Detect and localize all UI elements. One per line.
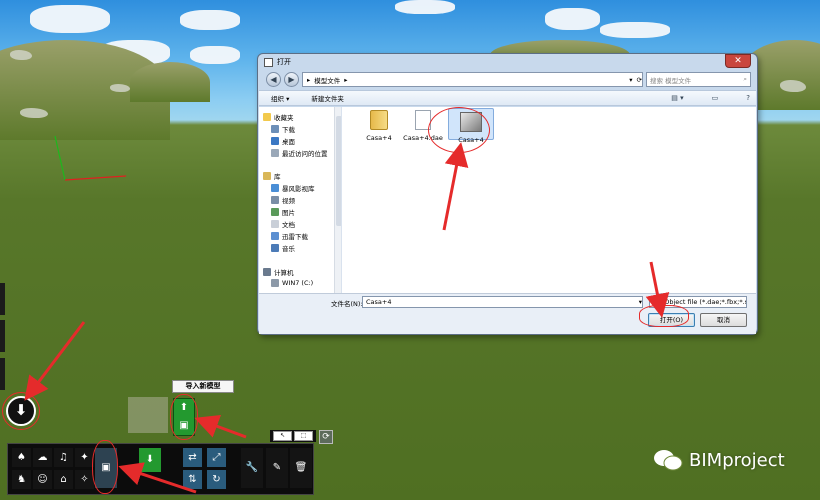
annotation-arrows [24, 142, 670, 494]
watermark: BIMproject [653, 449, 785, 471]
watermark-text: BIMproject [689, 449, 785, 471]
wechat-icon [653, 449, 683, 471]
